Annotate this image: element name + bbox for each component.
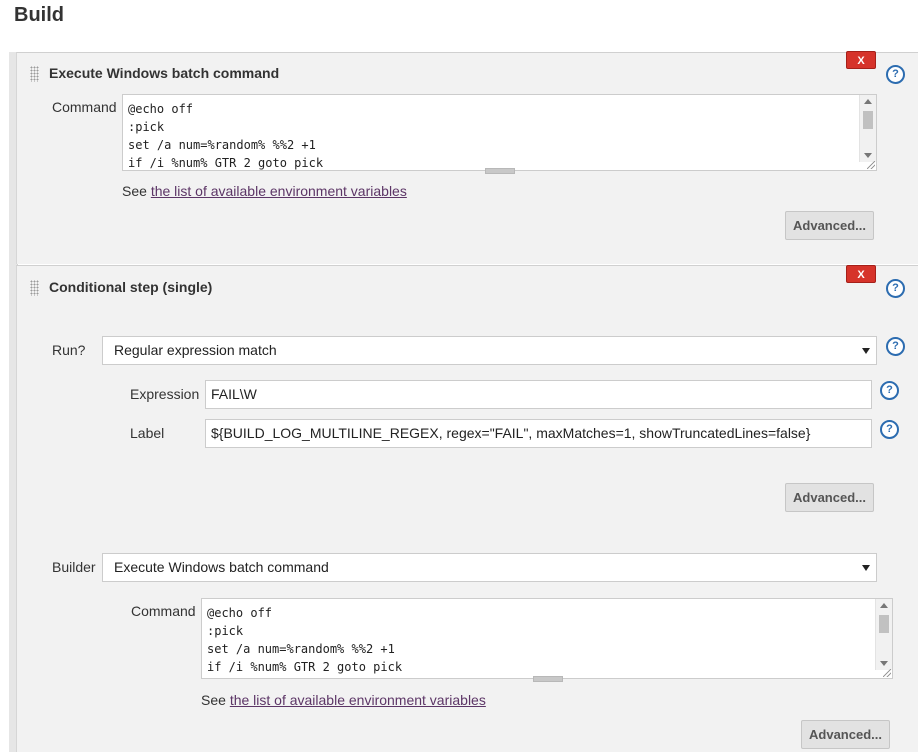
drag-handle-icon[interactable] — [30, 66, 39, 82]
scroll-thumb[interactable] — [879, 615, 889, 633]
expression-label: Expression — [130, 386, 200, 402]
help-icon[interactable]: ? — [886, 279, 905, 298]
label-input[interactable]: ${BUILD_LOG_MULTILINE_REGEX, regex="FAIL… — [205, 419, 872, 448]
run-label: Run? — [52, 342, 86, 358]
expression-input[interactable]: FAIL\W — [205, 380, 872, 409]
env-vars-note: See the list of available environment va… — [122, 183, 407, 199]
delete-step-button[interactable]: X — [846, 51, 876, 69]
command-text[interactable]: @echo off :pick set /a num=%random% %%2 … — [207, 604, 872, 678]
scroll-down-icon[interactable] — [880, 661, 888, 666]
command-textarea[interactable]: @echo off :pick set /a num=%random% %%2 … — [201, 598, 893, 682]
advanced-button[interactable]: Advanced... — [785, 483, 874, 512]
step-title: Execute Windows batch command — [49, 65, 280, 81]
drag-handle-icon[interactable] — [30, 280, 39, 296]
env-vars-link[interactable]: the list of available environment variab… — [151, 183, 407, 199]
command-text[interactable]: @echo off :pick set /a num=%random% %%2 … — [128, 100, 856, 170]
textarea-resize-handle[interactable] — [485, 168, 515, 174]
env-vars-note: See the list of available environment va… — [201, 692, 486, 708]
vertical-scrollbar[interactable] — [859, 95, 876, 162]
command-label: Command — [131, 603, 196, 619]
delete-step-button[interactable]: X — [846, 265, 876, 283]
builder-value: Execute Windows batch command — [114, 559, 329, 575]
scroll-up-icon[interactable] — [864, 99, 872, 104]
step-title: Conditional step (single) — [49, 279, 213, 295]
advanced-button[interactable]: Advanced... — [785, 211, 874, 240]
vertical-scrollbar[interactable] — [875, 599, 892, 670]
help-icon[interactable]: ? — [886, 337, 905, 356]
resize-grip-icon[interactable] — [867, 161, 875, 169]
textarea-resize-handle[interactable] — [533, 676, 563, 682]
label-label: Label — [130, 425, 165, 441]
help-icon[interactable]: ? — [880, 420, 899, 439]
help-icon[interactable]: ? — [880, 381, 899, 400]
page-title: Build — [14, 4, 64, 26]
chevron-down-icon — [862, 565, 870, 571]
run-condition-value: Regular expression match — [114, 342, 277, 358]
run-condition-select[interactable]: Regular expression match — [102, 336, 877, 365]
scroll-down-icon[interactable] — [864, 153, 872, 158]
see-prefix: See — [201, 692, 230, 708]
scroll-thumb[interactable] — [863, 111, 873, 129]
advanced-button[interactable]: Advanced... — [801, 720, 890, 749]
env-vars-link[interactable]: the list of available environment variab… — [230, 692, 486, 708]
scroll-up-icon[interactable] — [880, 603, 888, 608]
help-icon[interactable]: ? — [886, 65, 905, 84]
resize-grip-icon[interactable] — [883, 669, 891, 677]
see-prefix: See — [122, 183, 151, 199]
builder-select[interactable]: Execute Windows batch command — [102, 553, 877, 582]
command-label: Command — [52, 99, 117, 115]
command-textarea[interactable]: @echo off :pick set /a num=%random% %%2 … — [122, 94, 877, 174]
chevron-down-icon — [862, 348, 870, 354]
builder-label: Builder — [52, 559, 96, 575]
